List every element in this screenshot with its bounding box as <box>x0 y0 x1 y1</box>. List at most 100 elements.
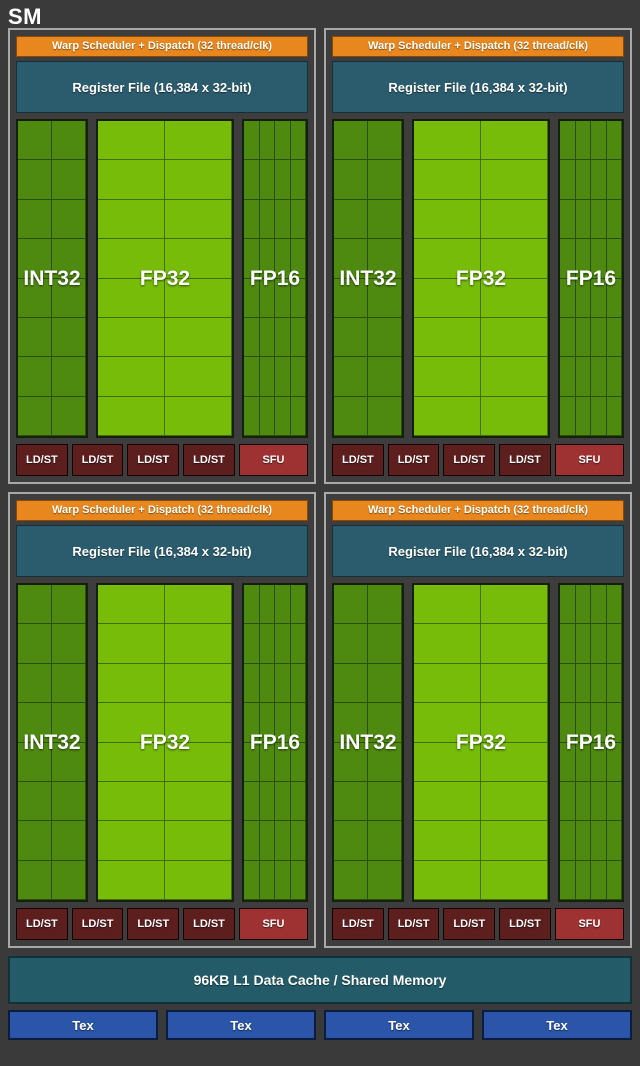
core-cell <box>290 821 306 861</box>
core-cell <box>244 781 260 822</box>
ldst-unit: LD/ST <box>71 444 124 476</box>
core-cell <box>98 278 165 318</box>
core-cell <box>481 278 548 318</box>
core-array-fp32: FP32 <box>412 583 550 902</box>
core-cell <box>275 585 291 625</box>
core-cell <box>414 742 481 782</box>
core-cell <box>575 396 591 436</box>
core-cell <box>591 160 607 200</box>
core-cell <box>414 585 481 625</box>
core-cell <box>560 624 576 664</box>
texture-unit: Tex <box>8 1010 158 1040</box>
core-cell <box>244 703 260 743</box>
core-cell <box>334 160 368 200</box>
core-cell <box>481 821 548 861</box>
core-cell <box>606 396 622 436</box>
core-cell <box>575 860 591 900</box>
core-array-int32: INT32 <box>16 119 88 438</box>
core-cell <box>259 663 275 704</box>
core-cell <box>560 742 576 782</box>
core-cell <box>244 199 260 240</box>
core-cell <box>334 357 368 397</box>
core-array-fp16: FP16 <box>558 119 624 438</box>
core-cell <box>368 703 402 743</box>
core-cell <box>244 160 260 200</box>
core-cell <box>290 199 306 240</box>
core-cell <box>606 239 622 279</box>
core-cell <box>98 357 165 397</box>
core-cell <box>606 742 622 782</box>
core-cell <box>606 703 622 743</box>
core-cell <box>334 585 368 625</box>
core-cell <box>575 585 591 625</box>
core-array-int32: INT32 <box>332 583 404 902</box>
warp-scheduler-bar: Warp Scheduler + Dispatch (32 thread/clk… <box>16 500 308 521</box>
core-cell <box>481 121 548 161</box>
core-cell <box>591 585 607 625</box>
core-cell <box>18 821 52 861</box>
core-cell <box>368 585 402 625</box>
core-array-row: INT32 FP32 FP16 <box>332 583 624 902</box>
core-cell <box>591 781 607 822</box>
core-cell <box>591 357 607 397</box>
register-file-block: Register File (16,384 x 32-bit) <box>332 525 624 577</box>
core-cell <box>560 121 576 161</box>
core-cell <box>414 781 481 822</box>
core-cell <box>575 663 591 704</box>
processing-block: Warp Scheduler + Dispatch (32 thread/clk… <box>324 28 632 484</box>
core-cell <box>165 703 232 743</box>
core-cell <box>290 742 306 782</box>
core-cell <box>591 860 607 900</box>
core-cell <box>165 357 232 397</box>
memory-unit-row: LD/ST LD/ST LD/ST LD/ST SFU <box>16 908 308 940</box>
core-cell <box>18 396 52 436</box>
core-cell <box>481 357 548 397</box>
core-cell <box>275 624 291 664</box>
core-cell <box>606 357 622 397</box>
core-cell <box>591 821 607 861</box>
core-cell <box>259 860 275 900</box>
core-cell <box>165 278 232 318</box>
ldst-unit: LD/ST <box>127 444 180 476</box>
core-cell <box>368 624 402 664</box>
core-array-fp32: FP32 <box>412 119 550 438</box>
core-cell <box>18 663 52 704</box>
core-cell <box>244 239 260 279</box>
core-cell <box>414 317 481 358</box>
core-cell <box>560 278 576 318</box>
core-cell <box>606 821 622 861</box>
core-cell <box>606 585 622 625</box>
core-cell <box>244 121 260 161</box>
texture-unit: Tex <box>324 1010 474 1040</box>
core-cell <box>275 317 291 358</box>
core-cell <box>414 821 481 861</box>
ldst-unit: LD/ST <box>499 908 551 940</box>
core-cell <box>98 585 165 625</box>
core-cell <box>591 742 607 782</box>
warp-scheduler-bar: Warp Scheduler + Dispatch (32 thread/clk… <box>16 36 308 57</box>
core-cell <box>606 278 622 318</box>
processing-block: Warp Scheduler + Dispatch (32 thread/clk… <box>324 492 632 948</box>
core-cell <box>368 860 402 900</box>
core-cell <box>52 742 86 782</box>
core-array-fp16: FP16 <box>558 583 624 902</box>
core-cell <box>414 239 481 279</box>
ldst-unit: LD/ST <box>16 908 68 940</box>
core-cell <box>560 781 576 822</box>
core-cell <box>98 624 165 664</box>
core-array-row: INT32 FP32 FP16 <box>16 583 308 902</box>
ldst-unit: LD/ST <box>127 908 180 940</box>
sfu-unit: SFU <box>554 444 624 476</box>
ldst-unit: LD/ST <box>443 908 496 940</box>
core-cell <box>165 663 232 704</box>
core-cell <box>18 357 52 397</box>
core-cell <box>275 742 291 782</box>
core-cell <box>414 860 481 900</box>
core-cell <box>244 278 260 318</box>
core-cell <box>368 121 402 161</box>
core-array-row: INT32 FP32 FP16 <box>16 119 308 438</box>
core-cell <box>368 781 402 822</box>
core-cell <box>591 396 607 436</box>
core-cell <box>165 396 232 436</box>
core-cell <box>52 160 86 200</box>
